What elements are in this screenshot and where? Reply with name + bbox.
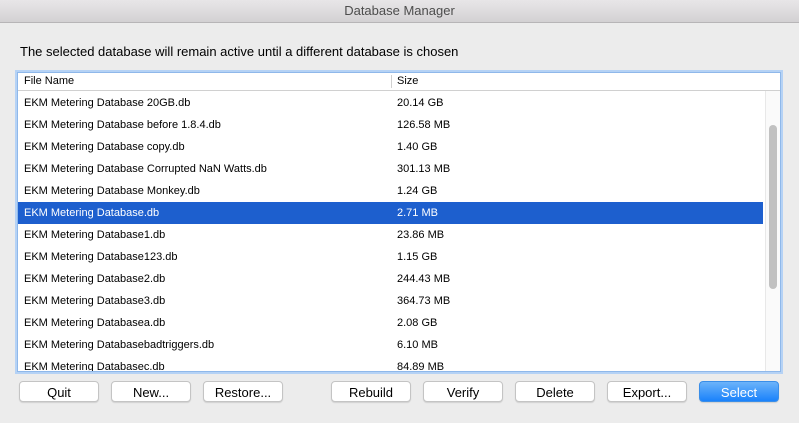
table-row[interactable]: EKM Metering Databasebadtriggers.db 6.10 … — [18, 334, 763, 356]
column-header-size[interactable]: Size — [397, 73, 697, 90]
file-name-cell: EKM Metering Database Corrupted NaN Watt… — [24, 163, 267, 175]
file-name-cell: EKM Metering Database copy.db — [24, 141, 185, 153]
file-name-cell: EKM Metering Database before 1.8.4.db — [24, 119, 221, 131]
table-row[interactable]: EKM Metering Databasec.db 84.89 MB — [18, 356, 763, 372]
file-name-cell: EKM Metering Database 20GB.db — [24, 97, 191, 109]
file-size-cell: 23.86 MB — [397, 229, 445, 241]
table-row[interactable]: EKM Metering Database Corrupted NaN Watt… — [18, 158, 763, 180]
file-size-cell: 1.40 GB — [397, 141, 438, 153]
rebuild-button[interactable]: Rebuild — [331, 381, 411, 402]
file-size-cell: 126.58 MB — [397, 119, 451, 131]
verify-button[interactable]: Verify — [423, 381, 503, 402]
file-name-cell: EKM Metering Databasea.db — [24, 317, 166, 329]
file-size-cell: 1.15 GB — [397, 251, 438, 263]
column-header-file-name[interactable]: File Name — [24, 73, 384, 90]
file-size-cell: 20.14 GB — [397, 97, 444, 109]
file-size-cell: 2.08 GB — [397, 317, 438, 329]
delete-button[interactable]: Delete — [515, 381, 595, 402]
table-rows: EKM Metering Database 20GB.db 20.14 GB EK… — [18, 92, 763, 372]
file-name-cell: EKM Metering Database Monkey.db — [24, 185, 200, 197]
file-name-cell: EKM Metering Database.db — [24, 207, 160, 219]
scrollbar-thumb[interactable] — [769, 125, 777, 289]
file-size-cell: 6.10 MB — [397, 339, 438, 351]
file-name-cell: EKM Metering Database2.db — [24, 273, 166, 285]
table-header: File Name Size — [18, 73, 780, 91]
file-size-cell: 364.73 MB — [397, 295, 451, 307]
database-manager-window: Database Manager The selected database w… — [0, 0, 799, 423]
file-size-cell: 301.13 MB — [397, 163, 451, 175]
file-name-cell: EKM Metering Database3.db — [24, 295, 166, 307]
file-name-cell: EKM Metering Database123.db — [24, 251, 178, 263]
file-size-cell: 244.43 MB — [397, 273, 451, 285]
table-row[interactable]: EKM Metering Database before 1.8.4.db 126… — [18, 114, 763, 136]
table-row[interactable]: EKM Metering Databasea.db 2.08 GB — [18, 312, 763, 334]
restore-button[interactable]: Restore... — [203, 381, 283, 402]
column-divider — [391, 75, 392, 88]
new-button[interactable]: New... — [111, 381, 191, 402]
file-size-cell: 1.24 GB — [397, 185, 438, 197]
file-name-cell: EKM Metering Database1.db — [24, 229, 166, 241]
table-row[interactable]: EKM Metering Database copy.db 1.40 GB — [18, 136, 763, 158]
database-table[interactable]: File Name Size EKM Metering Database 20G… — [17, 72, 781, 372]
file-name-cell: EKM Metering Databasebadtriggers.db — [24, 339, 215, 351]
table-row[interactable]: EKM Metering Database1.db 23.86 MB — [18, 224, 763, 246]
table-row[interactable]: EKM Metering Database3.db 364.73 MB — [18, 290, 763, 312]
file-size-cell: 84.89 MB — [397, 361, 445, 372]
export-button[interactable]: Export... — [607, 381, 687, 402]
file-name-cell: EKM Metering Databasec.db — [24, 361, 165, 372]
select-button[interactable]: Select — [699, 381, 779, 402]
file-size-cell: 2.71 MB — [397, 207, 438, 219]
table-row[interactable]: EKM Metering Database Monkey.db 1.24 GB — [18, 180, 763, 202]
table-row[interactable]: EKM Metering Database 20GB.db 20.14 GB — [18, 92, 763, 114]
window-title: Database Manager — [0, 0, 799, 23]
quit-button[interactable]: Quit — [19, 381, 99, 402]
table-row[interactable]: EKM Metering Database2.db 244.43 MB — [18, 268, 763, 290]
instruction-message: The selected database will remain active… — [20, 44, 459, 59]
table-row-selected[interactable]: EKM Metering Database.db 2.71 MB — [18, 202, 763, 224]
vertical-scrollbar[interactable] — [765, 91, 780, 371]
table-row[interactable]: EKM Metering Database123.db 1.15 GB — [18, 246, 763, 268]
